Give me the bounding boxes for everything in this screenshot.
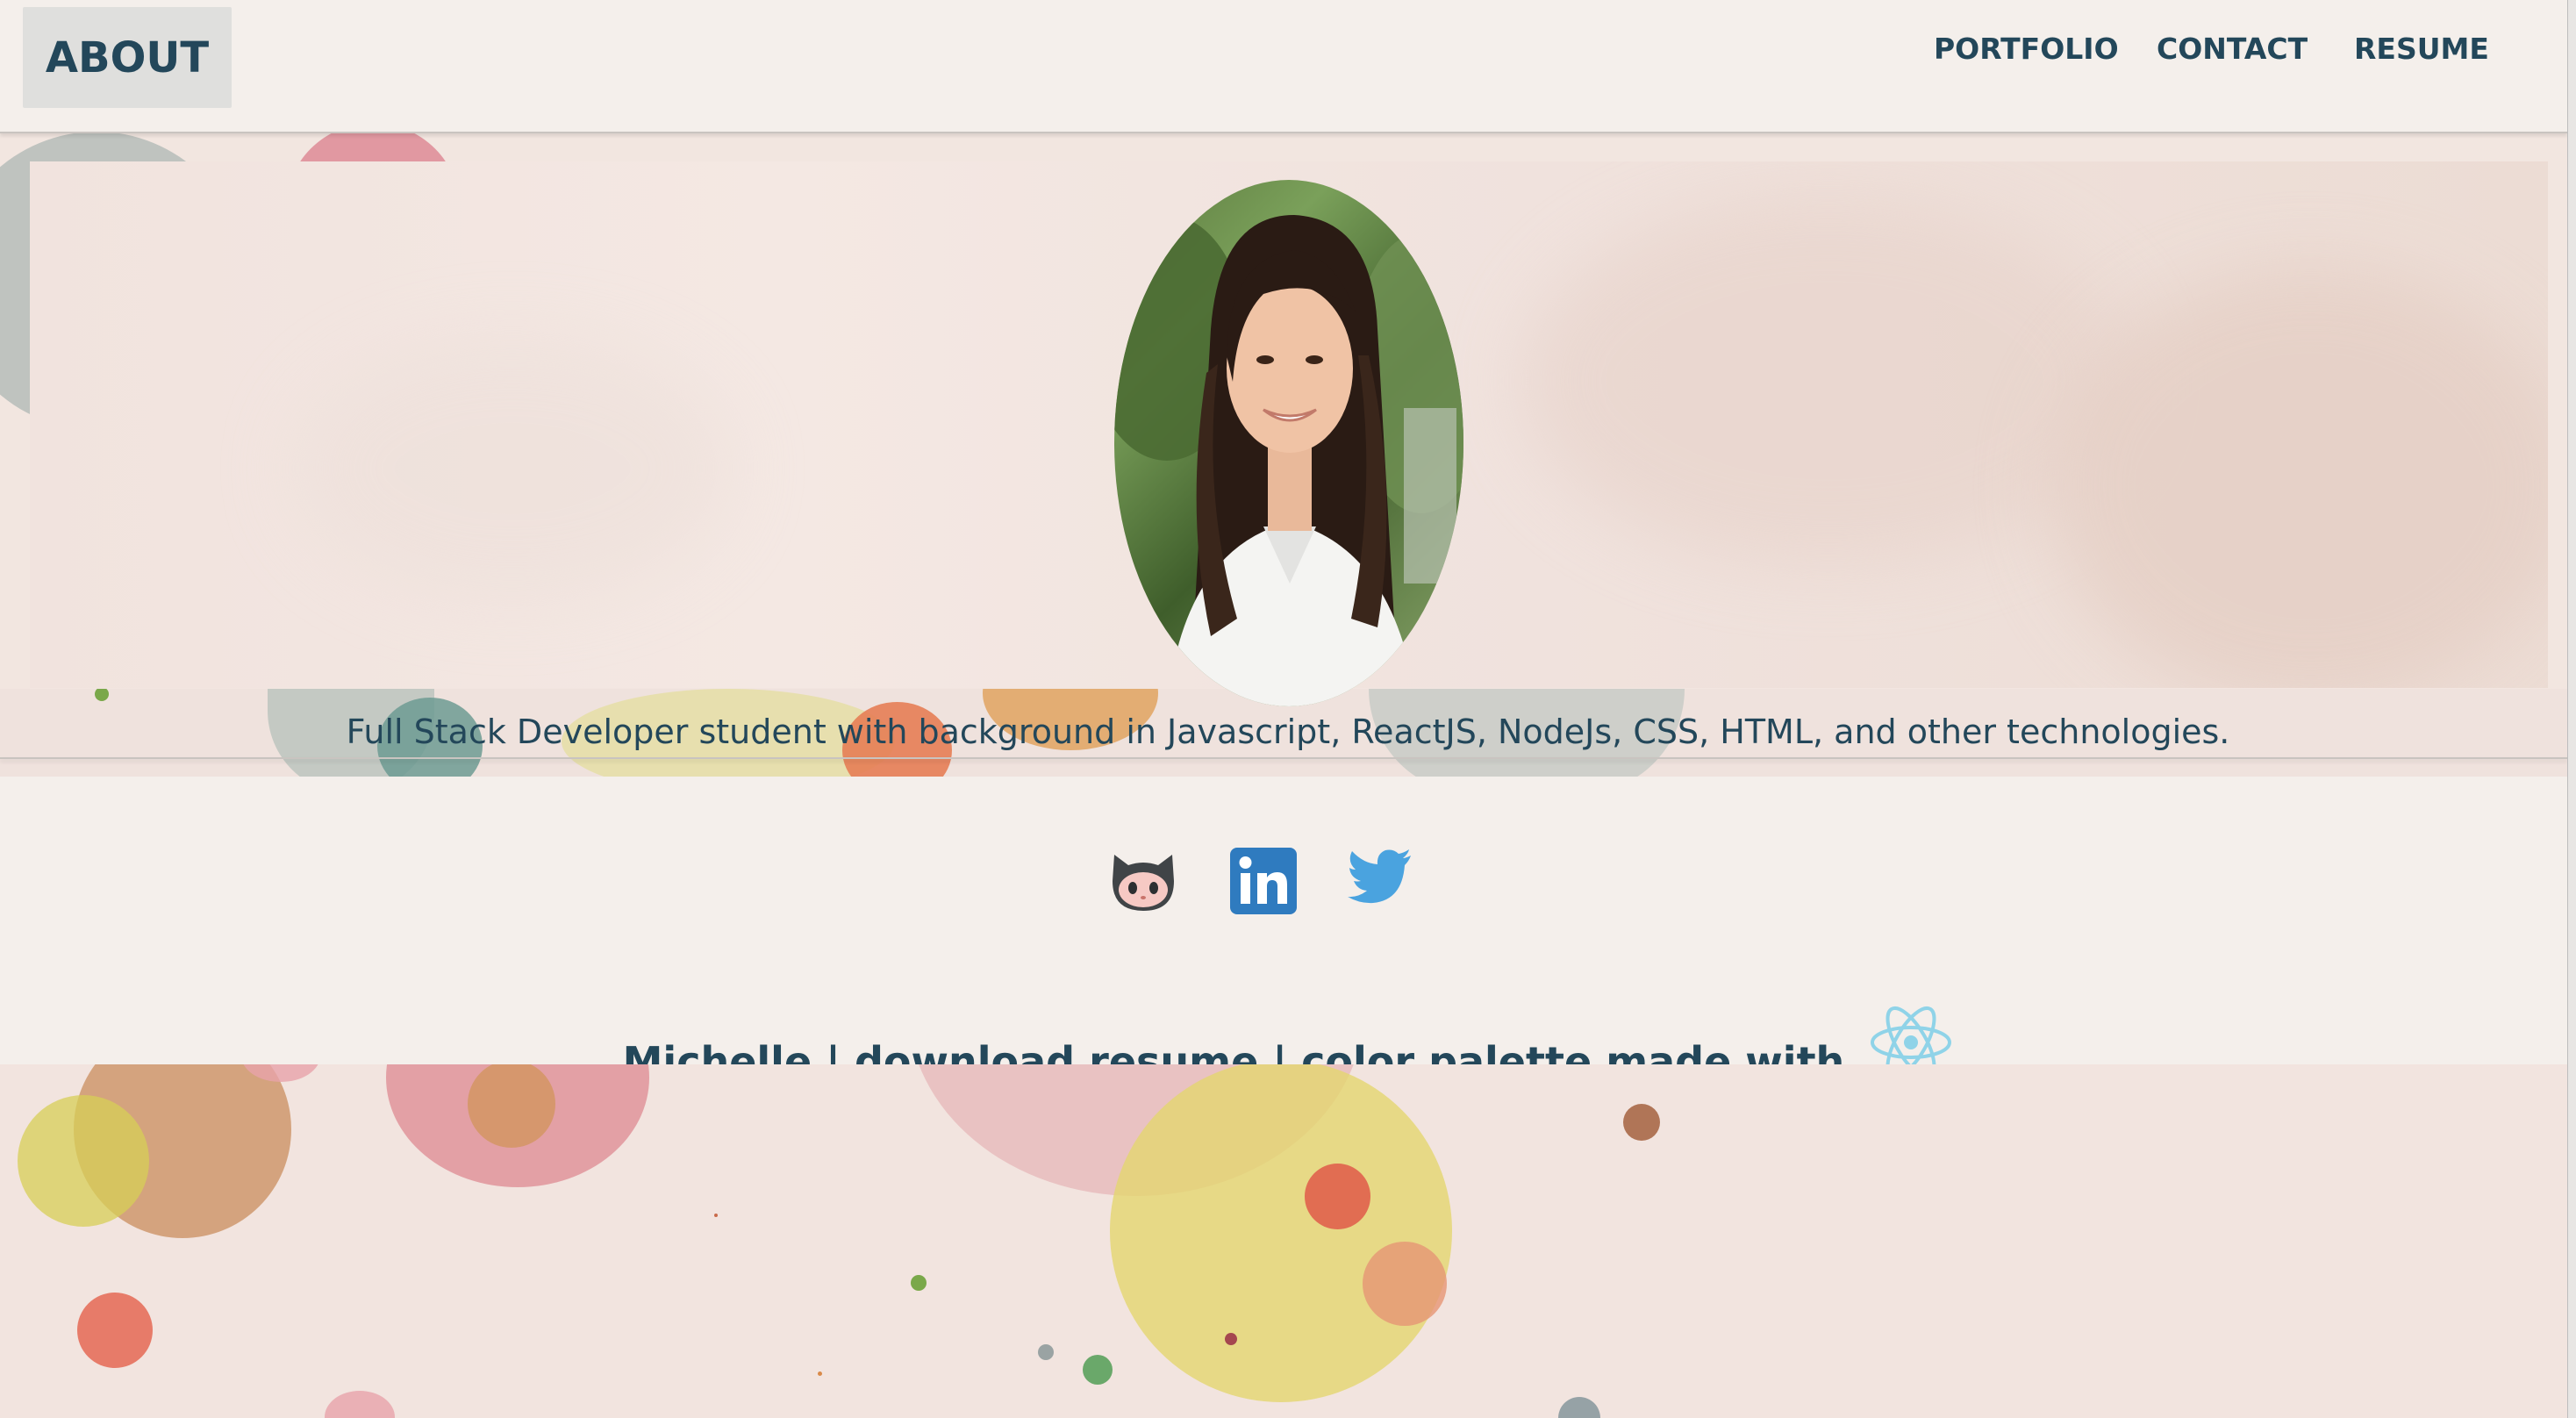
bubble	[18, 1095, 149, 1227]
bubble	[1363, 1242, 1447, 1326]
profile-photo	[1114, 180, 1463, 706]
decorative-bubbles	[0, 1064, 2567, 1418]
scrollbar[interactable]	[2567, 0, 2576, 1418]
bubble	[714, 1214, 718, 1217]
bubble	[1038, 1344, 1054, 1360]
bubble	[911, 1275, 927, 1291]
profile-photo-illustration	[1114, 215, 1463, 706]
hero-divider	[0, 757, 2567, 759]
github-octocat-icon[interactable]	[1107, 848, 1179, 914]
bubble	[77, 1293, 153, 1368]
bubble	[95, 689, 109, 701]
nav-contact-link[interactable]: CONTACT	[2157, 30, 2308, 68]
linkedin-icon[interactable]	[1230, 848, 1297, 914]
bubble	[1623, 1104, 1660, 1141]
bubble	[1225, 1333, 1237, 1345]
bubble	[818, 1371, 822, 1376]
nav-resume-link[interactable]: RESUME	[2354, 30, 2489, 68]
bubble	[1305, 1164, 1370, 1229]
twitter-icon[interactable]	[1348, 849, 1413, 904]
bubble	[1110, 1064, 1452, 1402]
about-brand-link[interactable]: ABOUT	[23, 7, 232, 108]
nav-portfolio-link[interactable]: PORTFOLIO	[1934, 30, 2119, 68]
bubble	[1558, 1397, 1600, 1418]
bubble	[1083, 1355, 1113, 1385]
top-nav-bar: ABOUT PORTFOLIO CONTACT RESUME	[0, 0, 2567, 133]
tagline-text: Full Stack Developer student with backgr…	[346, 713, 2230, 751]
bubble	[325, 1391, 395, 1418]
